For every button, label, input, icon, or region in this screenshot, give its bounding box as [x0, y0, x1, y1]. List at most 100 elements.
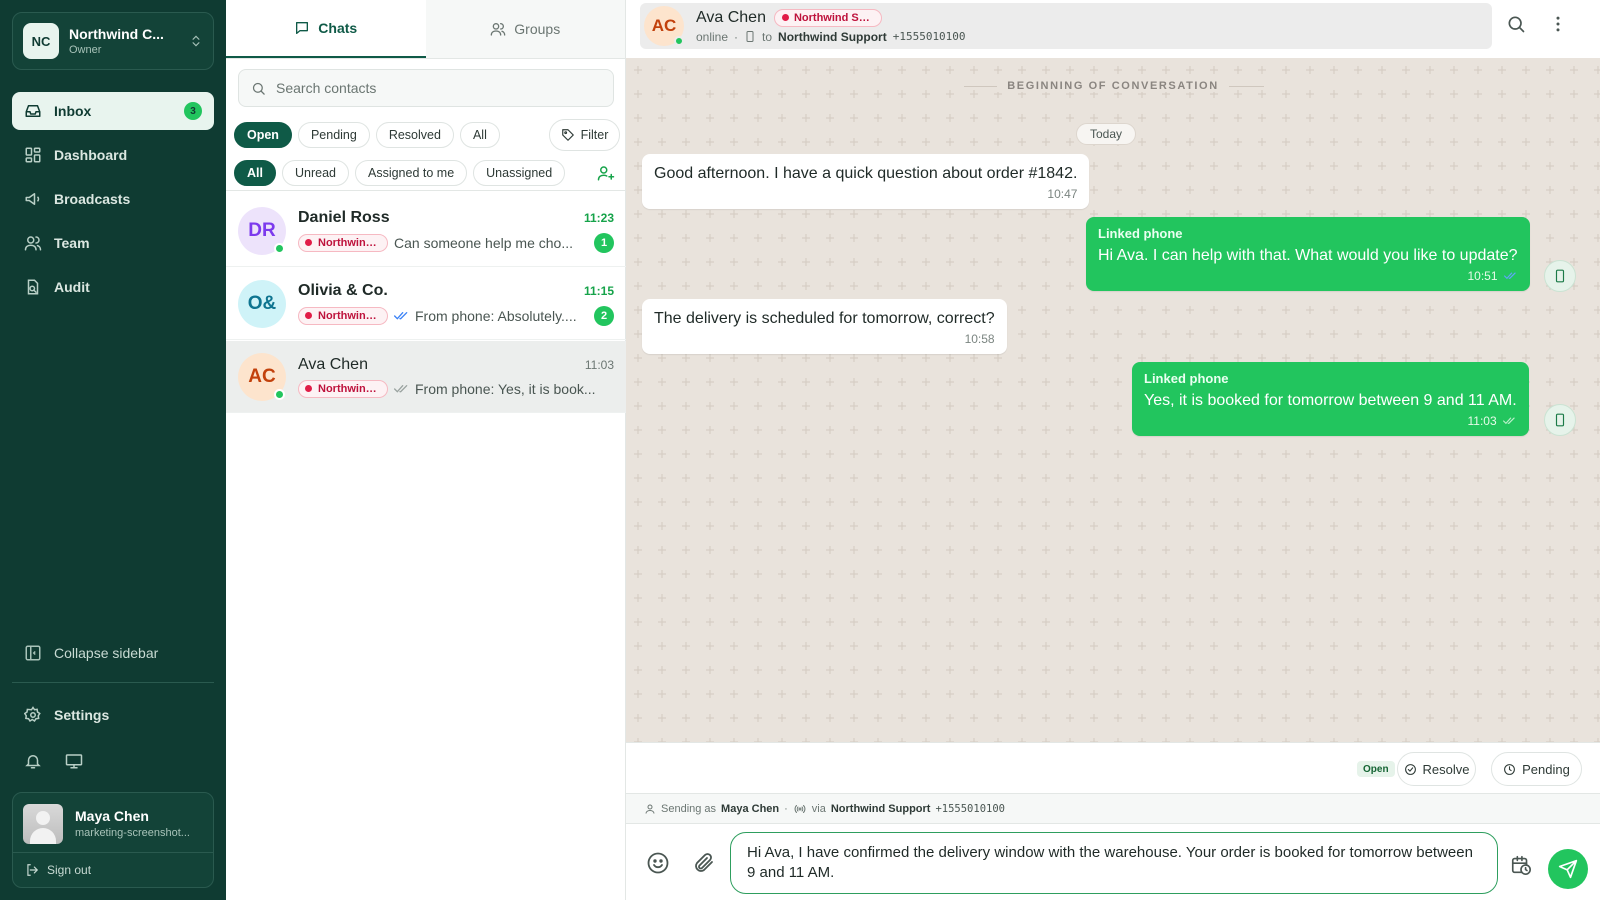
contact-name: Ava Chen	[696, 8, 766, 26]
resolve-button[interactable]: Resolve	[1397, 752, 1476, 786]
message-text: The delivery is scheduled for tomorrow, …	[654, 310, 995, 327]
search-icon	[252, 82, 265, 95]
double-check-icon	[1502, 417, 1515, 425]
search-input[interactable]	[276, 80, 596, 96]
sign-out-label: Sign out	[47, 863, 92, 877]
clock-icon	[1504, 763, 1516, 775]
filter-all[interactable]: All	[234, 160, 276, 186]
filter-label: Filter	[580, 128, 609, 142]
avatar-initials: AC	[651, 16, 677, 35]
filter-pending[interactable]: Pending	[297, 122, 370, 148]
phone-icon	[1555, 269, 1565, 283]
contact-avatar[interactable]: AC	[644, 6, 684, 46]
team-icon	[24, 234, 42, 252]
filter-all-status[interactable]: All	[459, 122, 500, 148]
audit-icon	[24, 278, 42, 296]
sign-out-button[interactable]: Sign out	[13, 853, 213, 887]
status-badge: Open	[1357, 761, 1395, 777]
linked-phone-button[interactable]	[1544, 260, 1576, 292]
filter-open[interactable]: Open	[234, 122, 292, 148]
online-indicator	[274, 388, 285, 400]
avatar-initials: O&	[247, 292, 277, 314]
nav-item-dashboard[interactable]: Dashboard	[12, 136, 214, 174]
incoming-message[interactable]: The delivery is scheduled for tomorrow, …	[642, 299, 1007, 354]
message-text: Good afternoon. I have a quick question …	[654, 165, 1078, 182]
message-time: 10:51	[1467, 269, 1498, 283]
tab-groups-label: Groups	[514, 21, 561, 37]
nav-item-team[interactable]: Team	[12, 224, 214, 262]
add-user-icon[interactable]	[597, 164, 615, 182]
incoming-message[interactable]: Good afternoon. I have a quick question …	[642, 154, 1090, 209]
emoji-icon[interactable]	[646, 851, 670, 875]
nav-label-broadcasts: Broadcasts	[54, 191, 131, 207]
workspace-switcher[interactable]: NC Northwind C... Owner	[12, 12, 214, 70]
paperclip-icon[interactable]	[692, 851, 716, 875]
outgoing-message[interactable]: Linked phone Hi Ava. I can help with tha…	[1086, 217, 1530, 291]
separator-dot: ·	[784, 802, 788, 815]
workspace-role: Owner	[69, 44, 102, 56]
tab-chats[interactable]: Chats	[226, 0, 426, 58]
megaphone-icon	[24, 190, 42, 208]
double-check-icon	[394, 311, 408, 320]
channel-tag: Northwind ...	[298, 233, 388, 252]
message-time: 11:03	[1467, 414, 1497, 428]
filter-button[interactable]: Filter	[549, 119, 620, 151]
nav-label-audit: Audit	[54, 279, 90, 295]
bell-icon[interactable]	[24, 752, 42, 770]
channel-tag: Northwind ...	[298, 379, 388, 398]
workspace-name: Northwind C...	[69, 26, 164, 42]
nav-item-broadcasts[interactable]: Broadcasts	[12, 180, 214, 218]
sending-as-label: Sending as	[661, 802, 717, 815]
filter-assigned-to-me[interactable]: Assigned to me	[354, 160, 468, 186]
search-icon[interactable]	[1506, 14, 1526, 34]
contact-name: Ava Chen	[298, 355, 368, 373]
nav-label-team: Team	[54, 235, 90, 251]
contact-name: Daniel Ross	[298, 208, 390, 226]
avatar-initials: AC	[248, 365, 276, 387]
chat-panel: AC Ava Chen Northwind Sup... online · to…	[626, 0, 1600, 900]
chat-bubble-icon	[296, 22, 309, 34]
check-circle-icon	[1404, 763, 1416, 775]
send-button[interactable]	[1548, 849, 1588, 889]
contact-avatar: DR	[238, 206, 286, 255]
avatar-initials: DR	[248, 219, 276, 241]
channel-tag: Northwind Sup...	[773, 8, 882, 27]
monitor-icon[interactable]	[64, 752, 84, 770]
header-actions	[1506, 14, 1568, 34]
message-preview: From phone: Yes, it is book...	[394, 381, 614, 397]
filter-resolved[interactable]: Resolved	[375, 122, 454, 148]
conversation-time: 11:03	[584, 357, 614, 372]
collapse-sidebar-button[interactable]: Collapse sidebar	[12, 634, 214, 672]
nav-label-dashboard: Dashboard	[54, 147, 128, 163]
more-vertical-icon[interactable]	[1548, 14, 1568, 34]
contact-avatar: AC	[238, 352, 286, 401]
settings-button[interactable]: Settings	[12, 696, 214, 734]
main-nav: Inbox 3 Dashboard Broadcasts Team Audit	[12, 92, 214, 312]
tab-groups[interactable]: Groups	[425, 0, 625, 58]
message-input[interactable]: Hi Ava, I have confirmed the delivery wi…	[730, 832, 1498, 894]
conversation-item-selected[interactable]: AC Ava Chen 11:03 Northwind ... From pho…	[226, 341, 626, 413]
groups-icon	[490, 23, 506, 36]
conversation-time: 11:23	[583, 210, 614, 225]
conversation-item[interactable]: DR Daniel Ross 11:23 Northwind ... Can s…	[226, 195, 626, 267]
user-profile[interactable]: Maya Chen marketing-screenshot...	[13, 793, 213, 853]
nav-item-audit[interactable]: Audit	[12, 268, 214, 306]
outgoing-message[interactable]: Linked phone Yes, it is booked for tomor…	[1132, 362, 1529, 436]
pending-label: Pending	[1522, 761, 1570, 777]
filter-unread[interactable]: Unread	[281, 160, 349, 186]
nav-item-inbox[interactable]: Inbox 3	[12, 92, 214, 130]
nav-label-inbox: Inbox	[54, 103, 92, 119]
filter-unassigned[interactable]: Unassigned	[473, 160, 566, 186]
message-time: 10:58	[964, 332, 995, 346]
online-indicator	[674, 36, 684, 46]
message-area[interactable]: BEGINNING OF CONVERSATION Today Good aft…	[626, 58, 1600, 742]
linked-phone-button[interactable]	[1544, 404, 1576, 436]
sidebar-divider	[12, 682, 214, 683]
conversation-item[interactable]: O& Olivia & Co. 11:15 Northwind ... From…	[226, 268, 626, 340]
unread-count-badge: 1	[594, 232, 614, 253]
schedule-icon[interactable]	[1510, 854, 1532, 876]
message-composer: Hi Ava, I have confirmed the delivery wi…	[626, 824, 1600, 900]
search-box	[238, 69, 614, 107]
sending-phone: +1555010100	[935, 802, 1005, 815]
pending-button[interactable]: Pending	[1491, 752, 1582, 786]
